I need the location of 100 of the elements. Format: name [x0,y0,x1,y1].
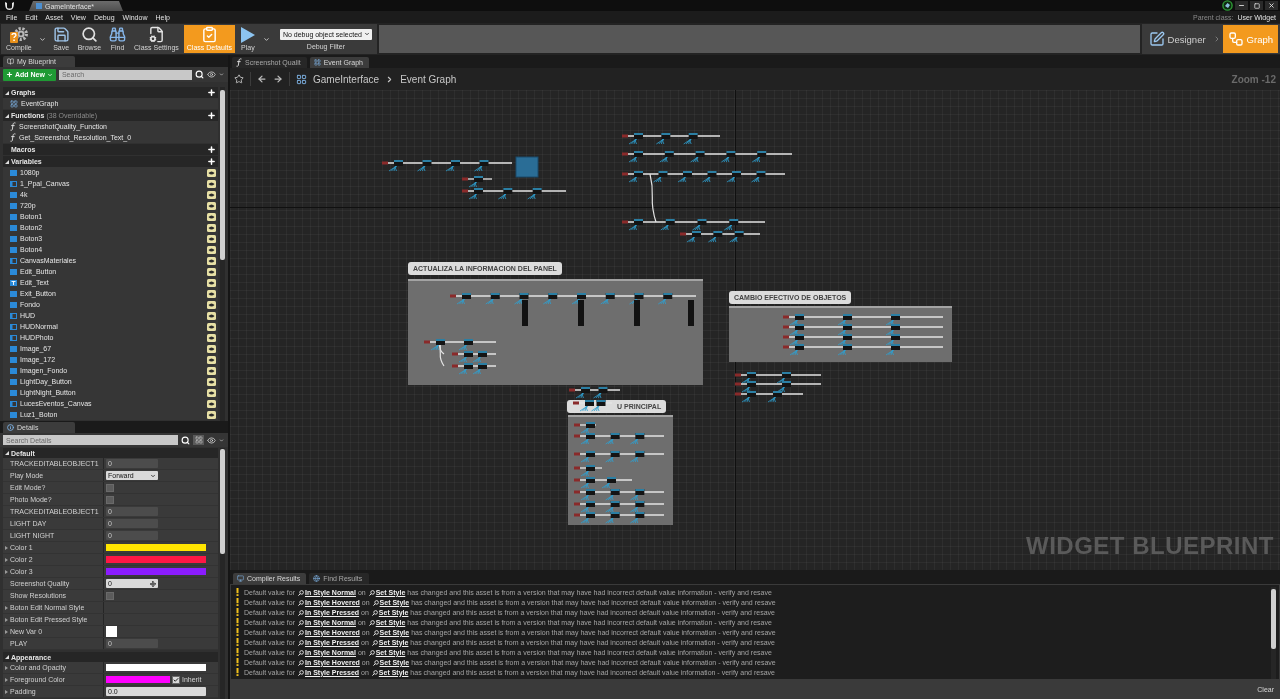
warning-icon [236,598,239,606]
close-button[interactable] [1265,1,1278,10]
color-swatch[interactable] [106,676,170,683]
checkbox[interactable] [172,675,180,684]
eye-icon[interactable] [207,333,216,342]
expand-arrow-icon[interactable] [5,689,8,694]
eye-icon[interactable] [207,168,216,177]
warning-icon [236,618,239,626]
panel-icon [10,334,17,341]
eye-icon[interactable] [207,212,216,221]
checkbox[interactable] [106,483,114,492]
forward-arrow-icon[interactable] [273,74,283,84]
warning-icon [236,608,239,616]
eye-icon[interactable] [207,289,216,298]
scrollbar-thumb[interactable] [220,90,225,260]
search-icon [368,589,375,596]
plus-icon [207,145,216,154]
eye-icon[interactable] [207,245,216,254]
expand-arrow-icon[interactable] [5,617,8,622]
minimize-button[interactable] [1235,1,1248,10]
eye-icon[interactable] [207,377,216,386]
search-icon [372,659,379,666]
color-swatch[interactable] [106,556,206,563]
breadcrumb-item[interactable]: Event Graph [400,73,457,85]
eye-icon[interactable] [207,410,216,419]
search-icon [368,619,375,626]
expanded-arrow-icon[interactable] [5,451,9,455]
expanded-arrow-icon[interactable] [5,90,9,95]
magnifier-icon [80,26,98,43]
panel-icon [10,323,17,330]
eye-icon[interactable] [207,388,216,397]
panel-icon [10,180,17,187]
expanded-arrow-icon[interactable] [5,159,9,164]
back-arrow-icon[interactable] [257,74,267,84]
warning-icon [236,668,239,676]
eye-icon[interactable] [207,366,216,375]
plus-icon [207,88,216,97]
plus-icon [6,71,13,78]
caret-icon [219,72,224,77]
engine-logo-icon [4,1,15,11]
eye-icon[interactable] [207,234,216,243]
eye-icon[interactable] [207,399,216,408]
search-icon [372,599,379,606]
scrollbar-thumb[interactable] [220,449,225,554]
add-button[interactable] [207,145,216,154]
eye-icon[interactable] [207,311,216,320]
expand-arrow-icon[interactable] [5,629,8,634]
color-swatch[interactable] [106,544,206,551]
checklist-icon [200,26,218,43]
warning-icon [236,648,239,656]
globe-icon [313,575,321,582]
eye-icon[interactable] [207,355,216,364]
expand-arrow-icon[interactable] [5,605,8,610]
search-icon [371,609,378,616]
eye-icon[interactable] [207,223,216,232]
star-icon[interactable] [234,74,244,84]
breadcrumb-item[interactable]: GameInterface [313,73,380,85]
eye-icon[interactable] [207,256,216,265]
search-icon [371,639,378,646]
expand-arrow-icon[interactable] [5,677,8,682]
color-swatch[interactable] [106,664,206,671]
add-button[interactable] [207,111,216,120]
scrollbar-thumb[interactable] [1271,589,1276,649]
expand-arrow-icon[interactable] [5,557,8,562]
expanded-arrow-icon[interactable] [5,113,9,118]
book-icon [7,58,14,65]
search-icon[interactable] [195,70,204,79]
eye-icon[interactable] [207,267,216,276]
ring-icon[interactable] [1222,0,1233,11]
eye-icon[interactable] [207,190,216,199]
eye-icon[interactable] [207,435,216,445]
eye-icon[interactable] [207,300,216,309]
designer-button[interactable]: Designer [1143,25,1211,53]
color-swatch[interactable] [106,568,206,575]
add-button[interactable] [207,88,216,97]
expand-arrow-icon[interactable] [5,665,8,670]
expanded-arrow-icon[interactable] [5,655,9,659]
caret-icon [363,31,370,37]
close-icon [1268,2,1275,9]
eye-icon[interactable] [207,278,216,287]
eye-icon[interactable] [207,201,216,210]
warning-icon [236,588,239,596]
eye-icon[interactable] [207,70,216,79]
search-icon [372,629,379,636]
eye-icon[interactable] [207,344,216,353]
search-icon[interactable] [181,435,190,445]
color-swatch[interactable] [106,626,117,637]
eye-icon[interactable] [207,322,216,331]
add-button[interactable] [207,157,216,166]
search-icon [298,599,304,606]
checkbox[interactable] [106,495,114,504]
panel-icon [10,257,17,264]
maximize-button[interactable] [1250,1,1263,10]
expand-arrow-icon[interactable] [5,545,8,550]
drag-arrows-icon [150,580,156,587]
eye-icon[interactable] [207,179,216,188]
search-icon [298,649,304,656]
maximize-icon [1253,2,1260,9]
checkbox[interactable] [106,591,114,600]
expand-arrow-icon[interactable] [5,569,8,574]
